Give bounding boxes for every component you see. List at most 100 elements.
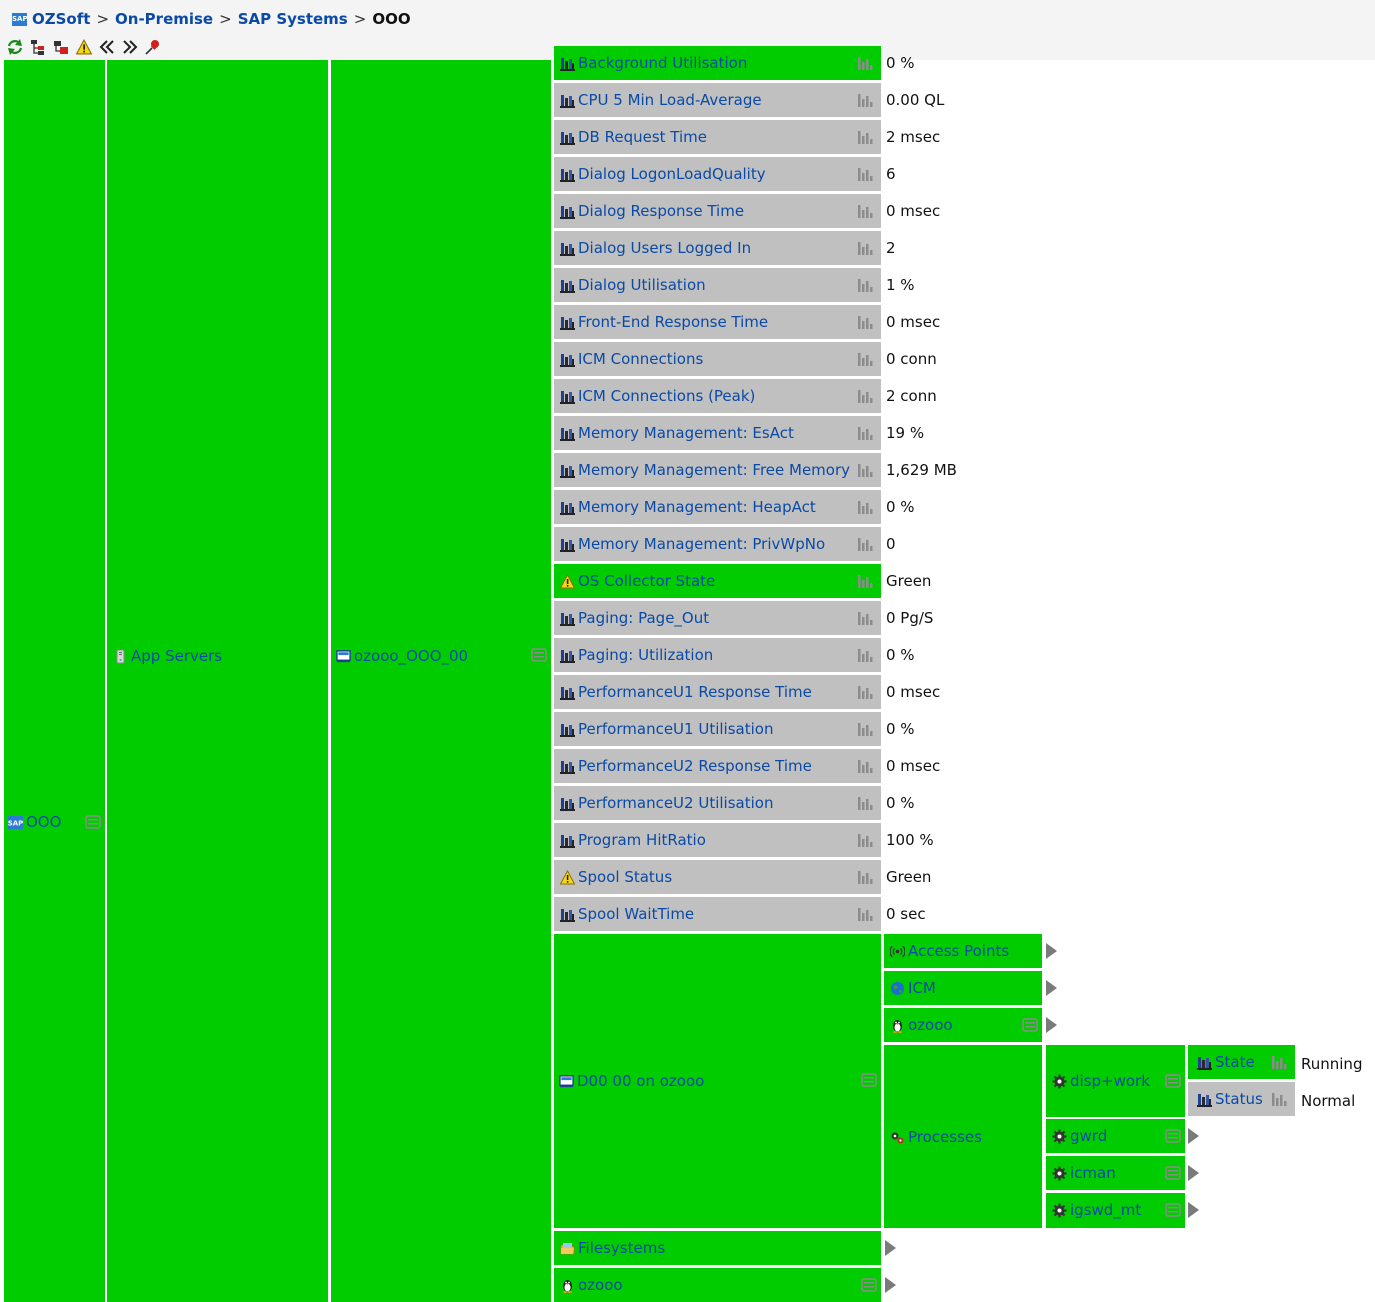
metric-row[interactable]: Paging: Utilization bbox=[554, 638, 881, 672]
chart-icon[interactable] bbox=[857, 352, 873, 367]
expand-arrow-icon[interactable] bbox=[885, 1240, 896, 1256]
metric-icon bbox=[560, 204, 575, 219]
metric-row[interactable]: Memory Management: Free Memory bbox=[554, 453, 881, 487]
chart-icon[interactable] bbox=[857, 759, 873, 774]
chart-icon[interactable] bbox=[857, 56, 873, 71]
expand-arrow-icon[interactable] bbox=[1046, 943, 1057, 959]
chart-icon[interactable] bbox=[857, 204, 873, 219]
chart-icon[interactable] bbox=[857, 685, 873, 700]
breadcrumb-sap-systems[interactable]: SAP Systems bbox=[238, 10, 348, 28]
warning-icon[interactable] bbox=[75, 38, 93, 56]
chart-icon[interactable] bbox=[857, 722, 873, 737]
tree-icon[interactable] bbox=[29, 38, 47, 56]
metric-row[interactable]: OS Collector State bbox=[554, 564, 881, 598]
chart-icon[interactable] bbox=[857, 463, 873, 478]
metric-row[interactable]: PerformanceU2 Utilisation bbox=[554, 786, 881, 820]
chart-icon[interactable] bbox=[857, 93, 873, 108]
expand-arrow-icon[interactable] bbox=[1188, 1165, 1199, 1181]
collapse-left-icon[interactable] bbox=[98, 38, 116, 56]
chart-icon[interactable] bbox=[857, 167, 873, 182]
tree-node-label: ozooo bbox=[578, 1276, 623, 1294]
chart-icon[interactable] bbox=[857, 278, 873, 293]
tree-node-processes[interactable]: Processes bbox=[884, 1045, 1042, 1228]
expand-right-icon[interactable] bbox=[121, 38, 139, 56]
metric-row[interactable]: Memory Management: EsAct bbox=[554, 416, 881, 450]
chart-icon[interactable] bbox=[857, 648, 873, 663]
metric-row[interactable]: CPU 5 Min Load-Average bbox=[554, 83, 881, 117]
menu-icon[interactable] bbox=[1165, 1129, 1181, 1143]
tree-node-host[interactable]: ozooo bbox=[554, 1268, 881, 1302]
metric-row[interactable]: Spool Status bbox=[554, 860, 881, 894]
tree-node-label: ICM bbox=[908, 979, 936, 997]
chart-icon[interactable] bbox=[857, 611, 873, 626]
tree-node-igswd-mt[interactable]: igswd_mt bbox=[1046, 1193, 1185, 1228]
breadcrumb-ozsoft[interactable]: OZSoft bbox=[32, 10, 90, 28]
pin-icon[interactable] bbox=[144, 38, 162, 56]
metric-row[interactable]: DB Request Time bbox=[554, 120, 881, 154]
metric-row[interactable]: Memory Management: HeapAct bbox=[554, 490, 881, 524]
chart-icon[interactable] bbox=[857, 389, 873, 404]
expand-arrow-icon[interactable] bbox=[1188, 1128, 1199, 1144]
tree-node-filesystems[interactable]: Filesystems bbox=[554, 1231, 881, 1265]
instance-icon bbox=[336, 649, 351, 664]
tree-node-icm[interactable]: ICM bbox=[884, 971, 1042, 1005]
chart-icon[interactable] bbox=[857, 130, 873, 145]
menu-icon[interactable] bbox=[861, 1278, 877, 1292]
metric-row-state[interactable]: State bbox=[1188, 1045, 1295, 1079]
expand-arrow-icon[interactable] bbox=[1188, 1202, 1199, 1218]
chart-icon[interactable] bbox=[857, 796, 873, 811]
metric-label: OS Collector State bbox=[578, 572, 716, 590]
menu-icon[interactable] bbox=[1165, 1074, 1181, 1088]
metric-row[interactable]: Program HitRatio bbox=[554, 823, 881, 857]
chart-icon[interactable] bbox=[857, 574, 873, 589]
metric-row[interactable]: PerformanceU1 Utilisation bbox=[554, 712, 881, 746]
tree-node-access-points[interactable]: Access Points bbox=[884, 934, 1042, 968]
metric-row[interactable]: Background Utilisation bbox=[554, 46, 881, 80]
chart-icon[interactable] bbox=[857, 833, 873, 848]
metric-row[interactable]: ICM Connections bbox=[554, 342, 881, 376]
metric-row[interactable]: Dialog Utilisation bbox=[554, 268, 881, 302]
metric-row-status[interactable]: Status bbox=[1188, 1082, 1295, 1116]
tree-node-root[interactable]: OOO bbox=[4, 60, 105, 1302]
metric-row[interactable]: PerformanceU1 Response Time bbox=[554, 675, 881, 709]
metric-row[interactable]: PerformanceU2 Response Time bbox=[554, 749, 881, 783]
chart-icon[interactable] bbox=[857, 241, 873, 256]
expand-arrow-icon[interactable] bbox=[885, 1277, 896, 1293]
metric-row[interactable]: ICM Connections (Peak) bbox=[554, 379, 881, 413]
chart-icon[interactable] bbox=[857, 907, 873, 922]
metric-row[interactable]: Dialog Response Time bbox=[554, 194, 881, 228]
menu-icon[interactable] bbox=[531, 648, 547, 662]
tree-node-d00[interactable]: D00 00 on ozooo bbox=[554, 934, 881, 1228]
metric-row[interactable]: Dialog Users Logged In bbox=[554, 231, 881, 265]
refresh-icon[interactable] bbox=[6, 38, 24, 56]
chart-icon[interactable] bbox=[857, 537, 873, 552]
tree-node-gwrd[interactable]: gwrd bbox=[1046, 1119, 1185, 1153]
filter-icon[interactable] bbox=[52, 38, 70, 56]
metric-row[interactable]: Paging: Page_Out bbox=[554, 601, 881, 635]
chart-icon[interactable] bbox=[1271, 1055, 1287, 1070]
tree-node-icman[interactable]: icman bbox=[1046, 1156, 1185, 1190]
menu-icon[interactable] bbox=[1165, 1166, 1181, 1180]
breadcrumb-on-premise[interactable]: On-Premise bbox=[115, 10, 213, 28]
expand-arrow-icon[interactable] bbox=[1046, 1017, 1057, 1033]
menu-icon[interactable] bbox=[1022, 1018, 1038, 1032]
chart-icon[interactable] bbox=[857, 500, 873, 515]
menu-icon[interactable] bbox=[85, 815, 101, 829]
chart-icon[interactable] bbox=[857, 426, 873, 441]
menu-icon[interactable] bbox=[1165, 1203, 1181, 1217]
metric-row[interactable]: Dialog LogonLoadQuality bbox=[554, 157, 881, 191]
metric-row[interactable]: Front-End Response Time bbox=[554, 305, 881, 339]
chart-icon[interactable] bbox=[857, 315, 873, 330]
tree-node-d00-host[interactable]: ozooo bbox=[884, 1008, 1042, 1042]
metric-row[interactable]: Spool WaitTime bbox=[554, 897, 881, 931]
metric-row[interactable]: Memory Management: PrivWpNo bbox=[554, 527, 881, 561]
tree-node-instance[interactable]: ozooo_OOO_00 bbox=[331, 60, 551, 1302]
tree-node-disp-work[interactable]: disp+work bbox=[1046, 1045, 1185, 1117]
chart-icon[interactable] bbox=[1271, 1092, 1287, 1107]
expand-arrow-icon[interactable] bbox=[1046, 980, 1057, 996]
chart-icon[interactable] bbox=[857, 870, 873, 885]
metric-value: Green bbox=[886, 868, 932, 886]
menu-icon[interactable] bbox=[861, 1073, 877, 1087]
warning-icon bbox=[560, 870, 575, 885]
tree-node-app-servers[interactable]: App Servers bbox=[107, 60, 328, 1302]
